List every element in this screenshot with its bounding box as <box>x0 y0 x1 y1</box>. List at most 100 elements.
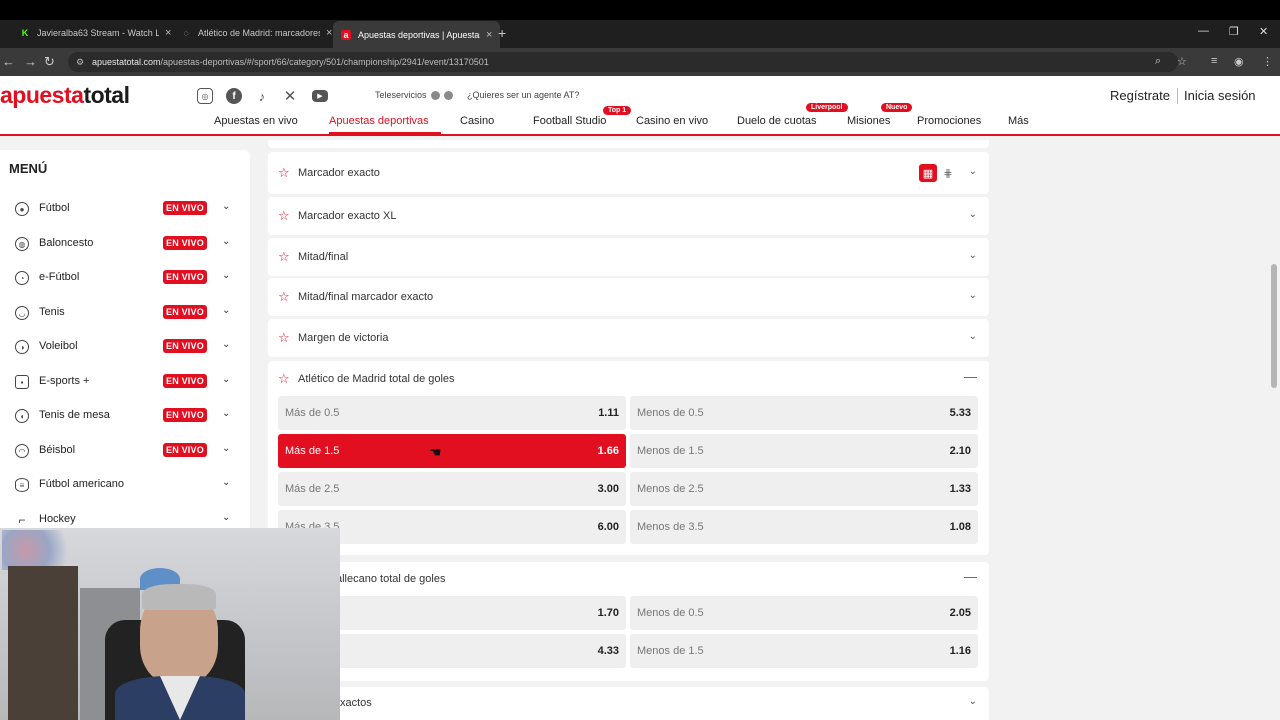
sidebar-item-beisbol[interactable]: ◠ Béisbol EN VIVO ⌄ <box>0 437 250 467</box>
minimize-icon[interactable]: — <box>1198 25 1209 37</box>
page-scrollbar[interactable] <box>1271 264 1277 388</box>
gamepad-icon: ▪ <box>15 375 29 389</box>
new-tab-icon[interactable]: + <box>498 25 506 41</box>
close-window-icon[interactable]: ✕ <box>1259 25 1268 38</box>
chevron-down-icon[interactable]: ⌄ <box>969 290 977 301</box>
zoom-icon[interactable]: ⌕ <box>1155 55 1161 68</box>
sidebar-item-futbol-americano[interactable]: ≡ Fútbol americano ⌄ <box>0 471 250 501</box>
chevron-down-icon[interactable]: ⌄ <box>222 443 230 454</box>
favorite-star-icon[interactable]: ☆ <box>278 249 290 265</box>
market-marcador-exacto-xl[interactable]: ☆ Marcador exacto XL ⌄ <box>268 197 989 235</box>
restore-icon[interactable]: ❐ <box>1229 25 1239 38</box>
close-icon[interactable]: × <box>165 27 171 39</box>
favorite-star-icon[interactable]: ☆ <box>278 208 290 224</box>
browser-tab-stream[interactable]: K Javieralba63 Stream - Watch Li × <box>12 22 179 44</box>
list-view-icon[interactable]: ⋕ <box>939 164 957 182</box>
odd-button[interactable]: Menos de 2.5 1.33 <box>630 472 978 506</box>
sidebar-item-tenis[interactable]: ◡ Tenis EN VIVO ⌄ <box>0 299 250 329</box>
live-badge: EN VIVO <box>163 236 207 250</box>
market-marcador-exacto[interactable]: ☆ Marcador exacto ▦ ⋕ ⌄ <box>268 152 989 194</box>
odd-button[interactable]: Menos de 0.5 5.33 <box>630 396 978 430</box>
forward-arrow-icon[interactable]: → <box>24 54 37 69</box>
nav-casino-en-vivo[interactable]: Casino en vivo <box>636 115 708 127</box>
chevron-down-icon[interactable]: ⌄ <box>222 374 230 385</box>
chevron-down-icon[interactable]: ⌄ <box>222 339 230 350</box>
live-badge: EN VIVO <box>163 270 207 284</box>
basketball-icon: ◍ <box>15 237 29 251</box>
nav-casino[interactable]: Casino <box>460 115 494 127</box>
sidebar-item-voleibol[interactable]: ◑ Voleibol EN VIVO ⌄ <box>0 333 250 363</box>
facebook-icon[interactable]: f <box>226 88 242 104</box>
live-badge: EN VIVO <box>163 201 207 215</box>
chevron-down-icon[interactable]: ⌄ <box>969 250 977 261</box>
url-field[interactable]: ⚙ apuestatotal.com/apuestas-deportivas/#… <box>68 52 1178 72</box>
nav-promociones[interactable]: Promociones <box>917 115 981 127</box>
apuestatotal-icon: a <box>341 29 351 40</box>
favorite-star-icon[interactable]: ☆ <box>278 165 290 181</box>
tiktok-icon[interactable]: ♪ <box>254 88 270 104</box>
browser-tab-atletico[interactable]: ◌ Atlético de Madrid: marcadores × <box>173 22 340 44</box>
odd-button[interactable]: Menos de 1.5 2.10 <box>630 434 978 468</box>
bookmark-star-icon[interactable]: ☆ <box>1177 55 1187 68</box>
odd-button[interactable]: Menos de 0.5 2.05 <box>630 596 978 630</box>
chevron-down-icon[interactable]: ⌄ <box>222 201 230 212</box>
market-exactos[interactable]: xactos ⌄ <box>268 687 989 720</box>
sidebar-item-futbol[interactable]: ● Fútbol EN VIVO ⌄ <box>0 195 250 225</box>
chevron-down-icon[interactable]: ⌄ <box>222 270 230 281</box>
collapse-icon[interactable]: — <box>964 369 977 384</box>
chevron-down-icon[interactable]: ⌄ <box>222 512 230 523</box>
close-icon[interactable]: × <box>486 29 492 41</box>
odd-button[interactable]: Más de 2.5 3.00 <box>278 472 626 506</box>
chevron-down-icon[interactable]: ⌄ <box>222 305 230 316</box>
chevron-down-icon[interactable]: ⌄ <box>969 696 977 707</box>
sidebar-item-efutbol[interactable]: ◔ e-Fútbol EN VIVO ⌄ <box>0 264 250 294</box>
chevron-down-icon[interactable]: ⌄ <box>969 331 977 342</box>
odd-button-selected[interactable]: Más de 1.5 1.66 <box>278 434 626 468</box>
chevron-down-icon[interactable]: ⌄ <box>969 166 977 177</box>
collapse-icon[interactable]: — <box>964 569 977 584</box>
instagram-icon[interactable]: ◎ <box>197 88 213 104</box>
agent-link[interactable]: ¿Quieres ser un agente AT? <box>467 90 579 100</box>
live-badge: EN VIVO <box>163 443 207 457</box>
nav-misiones[interactable]: Misiones <box>847 115 890 127</box>
sidebar-item-esports[interactable]: ▪ E-sports + EN VIVO ⌄ <box>0 368 250 398</box>
nav-active-underline <box>329 132 441 134</box>
site-logo[interactable]: apuestatotal <box>0 82 130 109</box>
favorite-star-icon[interactable]: ☆ <box>278 330 290 346</box>
close-icon[interactable]: × <box>326 27 332 39</box>
market-margen-victoria[interactable]: ☆ Margen de victoria ⌄ <box>268 319 989 357</box>
chevron-down-icon[interactable]: ⌄ <box>222 236 230 247</box>
nav-apuestas-en-vivo[interactable]: Apuestas en vivo <box>214 115 298 127</box>
chevron-down-icon[interactable]: ⌄ <box>969 209 977 220</box>
favorite-star-icon[interactable]: ☆ <box>278 371 290 387</box>
market-mitad-final[interactable]: ☆ Mitad/final ⌄ <box>268 238 989 276</box>
nav-duelo-de-cuotas[interactable]: Duelo de cuotas <box>737 115 817 127</box>
back-arrow-icon[interactable]: ← <box>2 54 15 69</box>
browser-tab-bar: K Javieralba63 Stream - Watch Li × ◌ Atl… <box>0 0 1280 48</box>
media-icon[interactable]: ≡ <box>1211 55 1217 67</box>
market-mitad-final-marcador[interactable]: ☆ Mitad/final marcador exacto ⌄ <box>268 278 989 316</box>
register-button[interactable]: Regístrate <box>1110 88 1170 103</box>
reload-icon[interactable]: ↻ <box>44 54 55 70</box>
sidebar-item-tenis-de-mesa[interactable]: ◖ Tenis de mesa EN VIVO ⌄ <box>0 402 250 432</box>
chevron-down-icon[interactable]: ⌄ <box>222 477 230 488</box>
profile-icon[interactable]: ◉ <box>1234 55 1244 68</box>
browser-menu-icon[interactable]: ⋮ <box>1262 55 1273 68</box>
teleservicios[interactable]: Teleservicios <box>375 90 453 100</box>
sports-menu: MENÚ ● Fútbol EN VIVO ⌄ ◍ Baloncesto EN … <box>0 150 250 530</box>
odd-button[interactable]: Más de 0.5 1.11 <box>278 396 626 430</box>
grid-view-icon[interactable]: ▦ <box>919 164 937 182</box>
login-button[interactable]: Inicia sesión <box>1184 88 1256 103</box>
nav-football-studio[interactable]: Football Studio <box>533 115 606 127</box>
odd-button[interactable]: Menos de 3.5 1.08 <box>630 510 978 544</box>
x-icon[interactable]: ✕ <box>282 88 298 105</box>
odd-button[interactable]: Menos de 1.5 1.16 <box>630 634 978 668</box>
site-info-icon[interactable]: ⚙ <box>76 57 84 68</box>
favorite-star-icon[interactable]: ☆ <box>278 289 290 305</box>
nav-apuestas-deportivas[interactable]: Apuestas deportivas <box>329 115 429 127</box>
browser-tab-apuestas[interactable]: a Apuestas deportivas | Apuestas × <box>333 21 501 48</box>
sidebar-item-baloncesto[interactable]: ◍ Baloncesto EN VIVO ⌄ <box>0 230 250 260</box>
youtube-icon[interactable]: ▶ <box>312 90 328 102</box>
nav-mas[interactable]: Más <box>1008 115 1029 127</box>
chevron-down-icon[interactable]: ⌄ <box>222 408 230 419</box>
